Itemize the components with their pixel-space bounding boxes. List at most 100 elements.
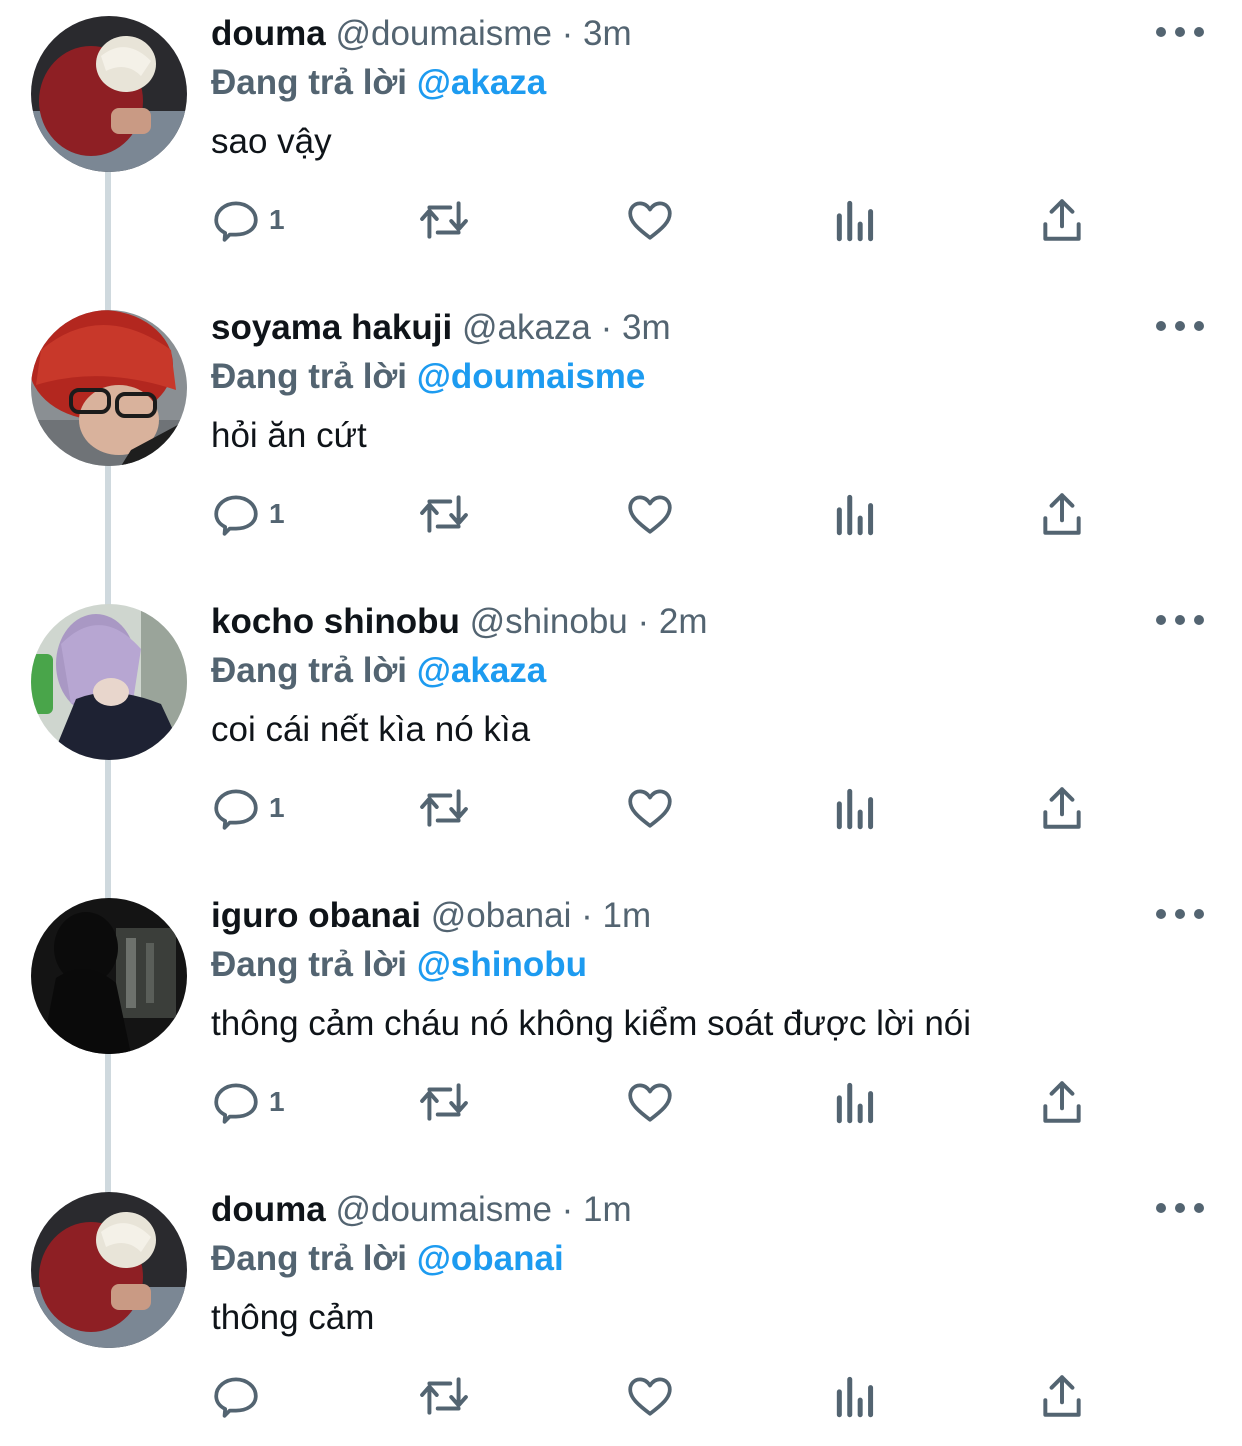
share-button[interactable]: [1037, 464, 1087, 564]
user-handle[interactable]: @doumaisme: [335, 1190, 551, 1229]
user-handle[interactable]: @obanai: [431, 896, 572, 935]
like-button[interactable]: [625, 464, 675, 564]
tweet[interactable]: soyama hakuji @akaza · 3m Đang trả lời @…: [0, 294, 1242, 588]
share-icon: [1043, 787, 1081, 829]
mention-link[interactable]: @akaza: [417, 651, 547, 690]
reply-icon: [214, 201, 258, 242]
analytics-icon: [836, 1082, 874, 1124]
avatar[interactable]: [31, 898, 187, 1054]
tweet-text: thông cảm: [211, 1298, 375, 1337]
like-button[interactable]: [625, 758, 675, 858]
tweet[interactable]: iguro obanai @obanai · 1m Đang trả lời @…: [0, 882, 1242, 1176]
user-handle[interactable]: @shinobu: [470, 602, 628, 641]
user-handle[interactable]: @doumaisme: [335, 14, 551, 53]
tweet-header: douma @doumaisme · 1m: [211, 1184, 632, 1236]
heart-icon: [628, 495, 672, 534]
timestamp[interactable]: 2m: [659, 602, 708, 641]
retweet-icon: [420, 201, 468, 239]
reply-button[interactable]: [211, 1346, 269, 1446]
replying-to: Đang trả lời @obanai: [211, 1233, 564, 1285]
reply-count: 1: [269, 498, 285, 529]
like-button[interactable]: [625, 170, 675, 270]
share-button[interactable]: [1037, 1346, 1087, 1446]
views-button[interactable]: [833, 170, 879, 270]
retweet-button[interactable]: [416, 170, 472, 270]
more-options-button[interactable]: [1156, 896, 1204, 932]
views-button[interactable]: [833, 464, 879, 564]
reply-icon: [214, 1083, 258, 1124]
tweet-actions: 1: [211, 170, 1111, 270]
views-button[interactable]: [833, 1052, 879, 1152]
separator-dot: ·: [637, 602, 650, 641]
display-name[interactable]: douma: [211, 14, 326, 53]
thread-line: [105, 166, 111, 294]
more-icon: [1156, 909, 1166, 919]
user-handle[interactable]: @akaza: [462, 308, 591, 347]
views-button[interactable]: [833, 1346, 879, 1446]
avatar[interactable]: [31, 1192, 187, 1348]
tweet[interactable]: douma @doumaisme · 3m Đang trả lời @akaz…: [0, 0, 1242, 294]
tweet-text: sao vậy: [211, 122, 332, 161]
views-button[interactable]: [833, 758, 879, 858]
replying-to: Đang trả lời @akaza: [211, 645, 546, 697]
separator-dot: ·: [600, 308, 613, 347]
like-button[interactable]: [625, 1346, 675, 1446]
tweet[interactable]: douma @doumaisme · 1m Đang trả lời @oban…: [0, 1176, 1242, 1432]
reply-button[interactable]: 1: [211, 758, 285, 858]
avatar[interactable]: [31, 604, 187, 760]
replying-to: Đang trả lời @shinobu: [211, 939, 587, 991]
avatar[interactable]: [31, 16, 187, 172]
avatar[interactable]: [31, 310, 187, 466]
more-options-button[interactable]: [1156, 308, 1204, 344]
thread-line: [105, 1048, 111, 1176]
share-button[interactable]: [1037, 1052, 1087, 1152]
tweet[interactable]: kocho shinobu @shinobu · 2m Đang trả lời…: [0, 588, 1242, 882]
more-options-button[interactable]: [1156, 14, 1204, 50]
more-options-button[interactable]: [1156, 1190, 1204, 1226]
display-name[interactable]: soyama hakuji: [211, 308, 452, 347]
timestamp[interactable]: 3m: [583, 14, 632, 53]
retweet-button[interactable]: [416, 1346, 472, 1446]
mention-link[interactable]: @doumaisme: [417, 357, 646, 396]
tweet-actions: [211, 1346, 1111, 1446]
analytics-icon: [836, 788, 874, 830]
display-name[interactable]: douma: [211, 1190, 326, 1229]
timestamp[interactable]: 3m: [622, 308, 671, 347]
more-icon: [1156, 615, 1166, 625]
share-icon: [1043, 199, 1081, 241]
mention-link[interactable]: @akaza: [417, 63, 547, 102]
share-button[interactable]: [1037, 170, 1087, 270]
like-button[interactable]: [625, 1052, 675, 1152]
retweet-icon: [420, 495, 468, 533]
share-icon: [1043, 1081, 1081, 1123]
heart-icon: [628, 789, 672, 828]
more-icon: [1156, 1203, 1166, 1213]
retweet-button[interactable]: [416, 464, 472, 564]
analytics-icon: [836, 200, 874, 242]
tweet-text: thông cảm cháu nó không kiểm soát được l…: [211, 1004, 972, 1043]
tweet-actions: 1: [211, 1052, 1111, 1152]
timestamp[interactable]: 1m: [583, 1190, 632, 1229]
thread-line: [105, 460, 111, 588]
replying-label: Đang trả lời: [211, 63, 408, 102]
more-options-button[interactable]: [1156, 602, 1204, 638]
retweet-button[interactable]: [416, 758, 472, 858]
reply-button[interactable]: 1: [211, 464, 285, 564]
tweet-header: douma @doumaisme · 3m: [211, 8, 632, 60]
mention-link[interactable]: @obanai: [417, 1239, 564, 1278]
share-button[interactable]: [1037, 758, 1087, 858]
replying-to: Đang trả lời @akaza: [211, 57, 546, 109]
retweet-button[interactable]: [416, 1052, 472, 1152]
display-name[interactable]: kocho shinobu: [211, 602, 460, 641]
more-icon: [1156, 27, 1166, 37]
mention-link[interactable]: @shinobu: [417, 945, 587, 984]
tweet-actions: 1: [211, 464, 1111, 564]
display-name[interactable]: iguro obanai: [211, 896, 421, 935]
reply-button[interactable]: 1: [211, 170, 285, 270]
replying-label: Đang trả lời: [211, 1239, 408, 1278]
timestamp[interactable]: 1m: [603, 896, 652, 935]
reply-button[interactable]: 1: [211, 1052, 285, 1152]
reply-icon: [214, 1377, 258, 1418]
thread-line: [105, 754, 111, 882]
tweet-text: hỏi ăn cứt: [211, 416, 367, 455]
